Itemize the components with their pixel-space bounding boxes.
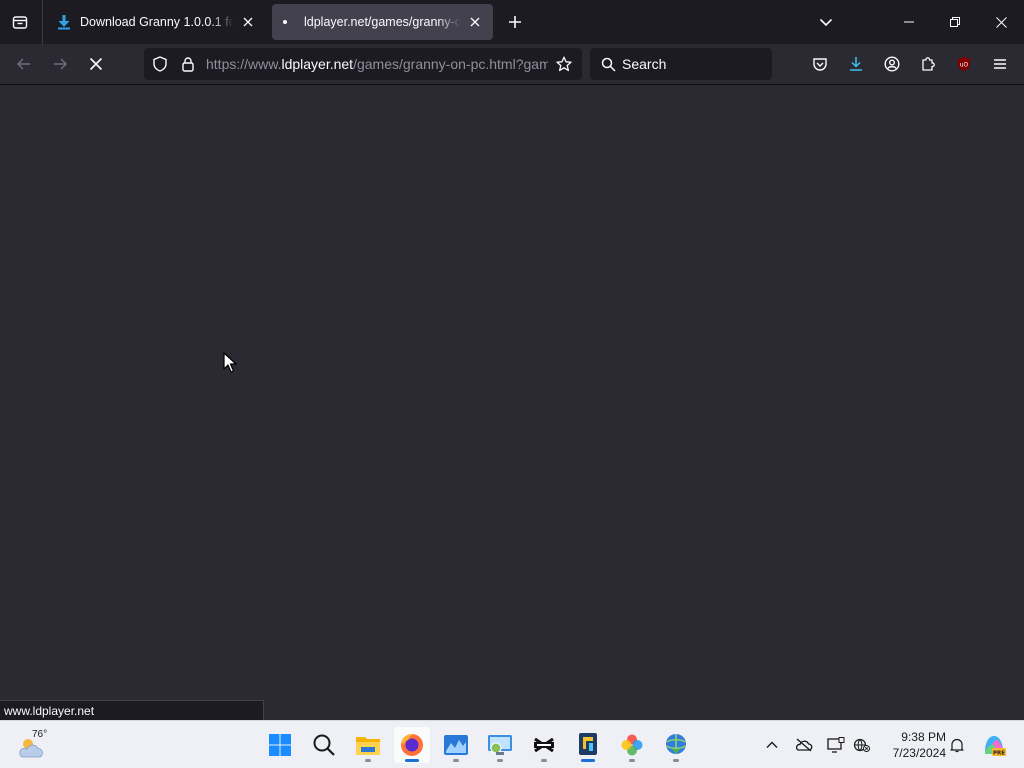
search-icon [313, 734, 335, 756]
downloads-button[interactable] [840, 48, 872, 80]
taskbar-file-explorer[interactable] [350, 727, 386, 763]
internet-download-manager-icon [666, 734, 686, 754]
copilot-pre-icon: PRE [985, 736, 1006, 756]
ublock-origin-button[interactable]: uO [948, 48, 980, 80]
address-bar[interactable]: https://www.ldplayer.net/games/granny-on… [144, 48, 582, 80]
url-path: /games/granny-on-pc.html?game [353, 56, 548, 72]
account-icon [884, 56, 900, 72]
photos-icon [621, 734, 643, 756]
close-icon [995, 16, 1007, 28]
back-button[interactable] [8, 48, 40, 80]
windows-taskbar: 76° 9:38 PM 7/23/2024 PRE [0, 720, 1024, 768]
arrow-left-icon [16, 58, 30, 70]
tab-title: ldplayer.net/games/granny-on-pc [304, 15, 461, 29]
pocket-icon [813, 58, 827, 71]
status-panel: www.ldplayer.net [0, 700, 264, 720]
no-internet-globe-icon [853, 738, 870, 752]
taskbar-remote-desktop[interactable] [482, 727, 518, 763]
display-tray[interactable] [824, 733, 848, 757]
url-domain: ldplayer.net [281, 56, 354, 72]
minimize-icon [904, 21, 914, 23]
restore-button[interactable] [932, 0, 978, 44]
download-icon [850, 57, 862, 71]
ldplayer-icon [579, 733, 597, 755]
weather-temperature: 76° [32, 729, 48, 740]
pocket-button[interactable] [804, 48, 836, 80]
clock-time: 9:38 PM [901, 730, 946, 744]
new-tab-button[interactable] [500, 6, 530, 38]
svg-text:uO: uO [960, 62, 969, 69]
close-tab-icon[interactable] [238, 12, 258, 32]
taskbar-photos[interactable] [614, 727, 650, 763]
puzzle-piece-icon [922, 57, 935, 71]
chevron-down-icon [819, 18, 833, 27]
firefox-view-button[interactable] [4, 6, 36, 38]
mouse-cursor-icon [223, 352, 237, 373]
account-button[interactable] [876, 48, 908, 80]
loading-dot-icon [280, 14, 296, 30]
restore-icon [950, 17, 960, 27]
tab-separator [42, 0, 43, 44]
windows-start-icon [269, 734, 291, 756]
search-placeholder: Search [622, 56, 667, 72]
tab-strip: Download Granny 1.0.0.1 for Windows ldpl… [0, 0, 1024, 44]
stop-x-icon [89, 57, 103, 71]
capcut-icon [534, 737, 554, 753]
bookmark-star-icon[interactable] [556, 56, 572, 72]
onedrive-offline-cloud-icon [795, 738, 813, 752]
search-icon [600, 56, 616, 72]
extensions-button[interactable] [912, 48, 944, 80]
taskbar-firefox[interactable] [394, 727, 430, 763]
lock-icon[interactable] [180, 56, 196, 72]
navigation-toolbar: https://www.ldplayer.net/games/granny-on… [0, 44, 1024, 85]
onedrive-tray[interactable] [792, 733, 816, 757]
minimize-button[interactable] [886, 0, 932, 44]
remote-desktop-icon [488, 735, 512, 755]
copilot-button[interactable]: PRE [980, 731, 1008, 759]
url-text[interactable]: https://www.ldplayer.net/games/granny-on… [206, 56, 548, 72]
hamburger-menu-icon [994, 59, 1006, 69]
taskbar-ldplayer[interactable] [570, 727, 606, 763]
list-all-tabs-button[interactable] [810, 6, 842, 38]
close-window-button[interactable] [978, 0, 1024, 44]
tab-ldplayer[interactable]: ldplayer.net/games/granny-on-pc [272, 4, 493, 40]
network-volume-tray[interactable] [850, 733, 874, 757]
plus-icon [509, 16, 521, 28]
firefox-icon [401, 734, 423, 756]
page-content-area[interactable] [0, 86, 1024, 720]
search-bar[interactable]: Search [590, 48, 772, 80]
clock-date: 7/23/2024 [892, 746, 946, 760]
forward-button[interactable] [44, 48, 76, 80]
task-manager-icon [444, 735, 468, 755]
firefox-view-icon [12, 16, 28, 29]
taskbar-task-manager[interactable] [438, 727, 474, 763]
tab-download-granny[interactable]: Download Granny 1.0.0.1 for Windows [48, 4, 266, 40]
chevron-up-icon [766, 741, 778, 748]
file-explorer-icon [356, 737, 380, 755]
weather-widget[interactable]: 76° [14, 727, 54, 763]
download-arrow-icon [56, 14, 72, 30]
system-clock[interactable]: 9:38 PM 7/23/2024 [880, 729, 946, 761]
svg-text:PRE: PRE [993, 750, 1005, 756]
show-hidden-icons-button[interactable] [760, 733, 784, 757]
bell-icon [950, 738, 964, 753]
tab-title: Download Granny 1.0.0.1 for Windows [80, 15, 234, 29]
close-tab-icon[interactable] [465, 12, 485, 32]
ublock-origin-icon: uO [958, 57, 970, 71]
notifications-button[interactable] [945, 733, 969, 757]
taskbar-capcut[interactable] [526, 727, 562, 763]
taskbar-internet-download-manager[interactable] [658, 727, 694, 763]
app-menu-button[interactable] [984, 48, 1016, 80]
start-button[interactable] [262, 727, 298, 763]
url-prefix: https://www. [206, 56, 282, 72]
stop-loading-button[interactable] [80, 48, 112, 80]
tracking-protection-shield-icon[interactable] [152, 56, 168, 72]
monitor-icon [827, 737, 845, 753]
taskbar-search-button[interactable] [306, 727, 342, 763]
arrow-right-icon [54, 58, 68, 70]
